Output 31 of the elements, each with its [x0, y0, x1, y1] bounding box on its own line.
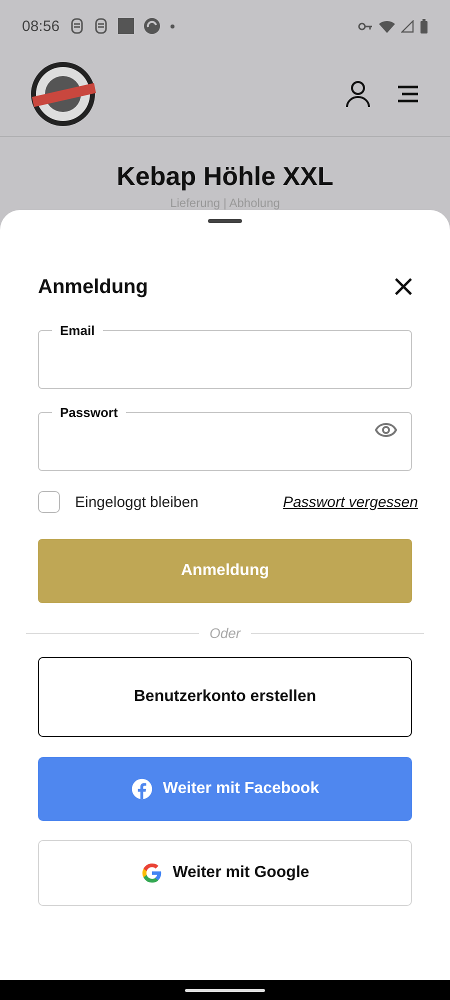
- home-indicator[interactable]: [185, 988, 265, 992]
- password-field[interactable]: Passwort: [38, 405, 412, 471]
- drag-handle[interactable]: [208, 219, 242, 223]
- status-time: 08:56: [22, 18, 60, 34]
- battery-icon: [420, 18, 428, 34]
- notification-icon: [94, 18, 108, 34]
- dot-icon: [170, 24, 175, 28]
- email-field[interactable]: Email: [38, 323, 412, 389]
- wifi-icon: [379, 20, 395, 32]
- google-icon: [140, 862, 163, 884]
- user-icon[interactable]: [346, 80, 370, 108]
- checkbox-label: Eingeloggt bleiben: [75, 494, 198, 510]
- square-icon: [118, 18, 134, 34]
- create-account-button[interactable]: Benutzerkonto erstellen: [38, 657, 412, 737]
- close-button[interactable]: ×: [390, 275, 416, 299]
- forgot-password-link[interactable]: Passwort vergessen: [282, 494, 418, 510]
- menu-icon[interactable]: [396, 85, 420, 103]
- field-label: Passwort: [59, 405, 119, 420]
- eye-icon[interactable]: [375, 422, 397, 438]
- restaurant-title: Kebap Höhle XXL: [116, 161, 334, 192]
- google-login-button[interactable]: Weiter mit Google: [38, 840, 412, 906]
- remember-checkbox[interactable]: [38, 491, 60, 513]
- key-icon: [358, 22, 373, 30]
- field-label: Email: [59, 323, 96, 338]
- facebook-icon: [130, 778, 153, 800]
- app-icon: [144, 18, 160, 34]
- signal-icon: [401, 20, 414, 32]
- logo-drawing: [30, 61, 96, 127]
- sheet-title: Anmeldung: [38, 276, 148, 298]
- notification-icon: [70, 18, 84, 34]
- divider-label: Oder: [209, 625, 241, 641]
